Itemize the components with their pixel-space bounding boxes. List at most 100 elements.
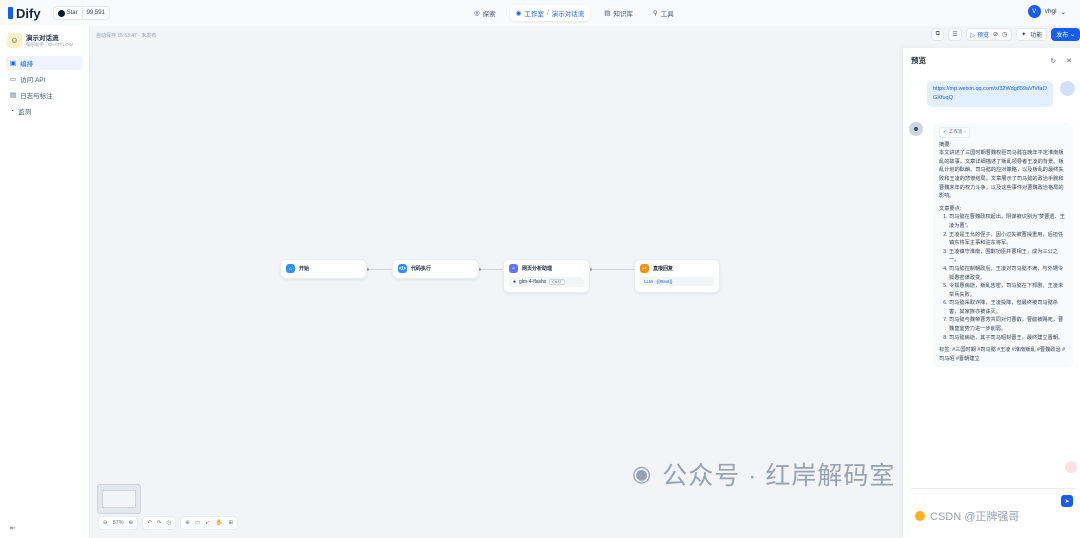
check-circle-icon: ✔: [943, 129, 947, 134]
wrench-icon: ⚲: [652, 10, 658, 17]
bottom-toolbar: ⊖ 87% ⊕ ↶ ↷ ◷ ⊕ ▭ ➹ ✋ ⊞: [98, 516, 239, 530]
chevron-down-icon: ⌄: [1060, 8, 1066, 16]
book-icon: ▤: [604, 10, 611, 17]
user-menu[interactable]: V vhgl ⌄: [1027, 5, 1066, 18]
pointer-icon[interactable]: ➹: [205, 520, 210, 526]
breadcrumb-separator: /: [546, 9, 549, 17]
main-nav: ◎ 探索 ◉ 工作室 / 演示对话流 ▤ 知识库 ⚲ 工具: [468, 5, 680, 21]
sidebar-item-label: 日志与标注: [20, 93, 53, 100]
node-code[interactable]: </> 代码执行: [392, 259, 479, 279]
features-label: 功能: [1030, 33, 1043, 39]
github-star-label: Star: [66, 10, 78, 16]
api-icon: ▭: [10, 76, 17, 83]
node-answer[interactable]: ↩ 直接回复 LLM · {{#text}}: [634, 259, 720, 293]
send-icon: ➤: [1064, 498, 1070, 505]
node-title: 网页分析助理: [522, 266, 553, 272]
watermark-text: 公众号 · 红岸解码室: [662, 462, 896, 490]
edge-llm-answer: [590, 269, 635, 270]
version-history-icon[interactable]: ◷: [166, 520, 171, 526]
nav-tools-label: 工具: [660, 11, 674, 18]
sidebar-item-label: 编排: [20, 61, 34, 68]
zoom-control: ⊖ 87% ⊕: [98, 516, 139, 530]
studio-icon: ◉: [515, 10, 522, 17]
model-selector[interactable]: ● glm-4-flashx CHAT: [509, 277, 584, 287]
sidebar-item-orchestrate[interactable]: ▣ 编排: [6, 56, 83, 70]
points-list: 司马懿在曹魏政权起出，阴谋被识别为“梦曹遗、王凌为曹”。 王凌是王允的侄子，因小…: [939, 213, 1067, 342]
external-link-icon: ⧉: [935, 31, 940, 37]
points-label: 文章要点:: [939, 205, 962, 212]
github-icon: [57, 9, 65, 17]
user-avatar: V: [1027, 5, 1041, 18]
nav-studio-label: 工作室: [524, 11, 544, 18]
add-node-icon[interactable]: ⊕: [185, 520, 190, 526]
publish-button[interactable]: 发布 ⌄: [1051, 28, 1080, 41]
workflow-process-tag[interactable]: ✔ 工作流 ›: [939, 127, 970, 138]
sidebar-item-label: 监测: [17, 109, 31, 116]
home-icon: ⌂: [286, 264, 295, 273]
github-star-button[interactable]: Star 99,591: [52, 6, 110, 20]
edge-code-llm: [479, 269, 504, 270]
model-name: glm-4-flashx: [519, 279, 547, 285]
redo-icon[interactable]: ↷: [157, 520, 162, 526]
preview-title: 预览: [911, 56, 926, 65]
close-icon[interactable]: ✕: [1066, 57, 1072, 65]
preview-button[interactable]: ▷ 预览: [971, 30, 989, 39]
assistant-float-avatar[interactable]: [1065, 461, 1077, 473]
app-name: 演示对话流: [26, 35, 59, 42]
edge-start-code: [367, 269, 394, 270]
list-item: 司马懿在曹魏政权起出，阴谋被识别为“梦曹遗、王凌为曹”。: [949, 213, 1067, 230]
collapse-sidebar-icon[interactable]: ⇤: [10, 524, 16, 532]
organize-icon[interactable]: ⊞: [229, 520, 234, 526]
nav-explore-label: 探索: [482, 11, 496, 18]
nav-explore[interactable]: ◎ 探索: [468, 5, 502, 21]
zoom-out-icon[interactable]: ⊖: [103, 520, 108, 526]
share-button[interactable]: ⧉: [931, 28, 945, 41]
minimap[interactable]: [97, 484, 141, 514]
preview-label: 预览: [976, 33, 989, 39]
sidebar: ☺ 演示对话流 偏乐助手 · CHATFLOW ▣ 编排 ▭ 访问 API ▤ …: [0, 26, 90, 538]
refresh-icon[interactable]: ↻: [1050, 57, 1056, 65]
user-message: https://mp.weixin.qq.com/s/32Wdg859aVfVf…: [927, 81, 1053, 107]
nav-app-crumb[interactable]: 演示对话流: [552, 8, 585, 18]
list-item: 王凌镇守淮南，围剿功臣并曹相王，成为三公之一。: [949, 248, 1067, 265]
csdn-watermark: CSDN @正牌强哥: [915, 508, 1019, 524]
note-icon[interactable]: ▭: [195, 520, 200, 526]
csdn-text: CSDN @正牌强哥: [930, 511, 1020, 523]
undo-icon[interactable]: ↶: [147, 520, 152, 526]
model-icon: ●: [513, 279, 517, 285]
nav-studio[interactable]: ◉ 工作室 / 演示对话流: [509, 5, 591, 21]
edit-tools: ⊕ ▭ ➹ ✋ ⊞: [180, 516, 239, 530]
zoom-in-icon[interactable]: ⊕: [129, 520, 134, 526]
chevron-down-icon: ⌄: [1068, 32, 1075, 38]
autosave-status: 自动保存 15:53:47 · 未发布: [96, 33, 157, 39]
sidebar-item-monitor[interactable]: ◔ 监测: [6, 104, 83, 118]
app-avatar-icon: ☺: [7, 32, 22, 48]
app-desc: 偏乐助手 · CHATFLOW: [26, 42, 73, 47]
checklist-icon[interactable]: ⊘: [993, 31, 998, 38]
minimap-viewport[interactable]: [102, 490, 136, 508]
dify-logo[interactable]: Dify: [8, 6, 41, 21]
monitor-icon: ◔: [10, 107, 14, 115]
node-title: 代码执行: [411, 266, 432, 272]
send-button[interactable]: ➤: [1061, 495, 1073, 507]
sidebar-item-api[interactable]: ▭ 访问 API: [6, 72, 83, 86]
publish-label: 发布: [1056, 33, 1069, 39]
hand-icon[interactable]: ✋: [214, 520, 224, 526]
node-start[interactable]: ⌂ 开始: [280, 259, 367, 279]
sidebar-item-logs[interactable]: ▤ 日志与标注: [6, 88, 83, 102]
history-icon[interactable]: ◷: [1002, 31, 1007, 38]
node-llm[interactable]: ✧ 网页分析助理 ● glm-4-flashx CHAT: [503, 259, 590, 293]
run-group: ▷ 预览 ⊘ ◷: [965, 28, 1013, 41]
zoom-level[interactable]: 87%: [113, 520, 124, 526]
env-button[interactable]: ☰: [948, 28, 962, 41]
list-item: 司马懿与魏帝曹芳共同对付曹叡，曹叡被赐死，曹魏皇室势力进一步削弱。: [949, 316, 1067, 333]
list-item: 司马懿采取诈降，王凌投降，但最终被司马懿杀害，其家族亦被诛灭。: [949, 299, 1067, 316]
answer-variable-label: LLM · {{#text}}: [644, 279, 673, 284]
nav-tools[interactable]: ⚲ 工具: [647, 5, 680, 21]
user-name: vhgl: [1044, 8, 1057, 15]
features-button[interactable]: ✦ 功能: [1016, 28, 1048, 41]
preview-panel: 预览 ↻ ✕ https://mp.weixin.qq.com/s/32Wdg8…: [902, 48, 1080, 538]
bot-message: ✔ 工作流 › 摘要: 本文讲述了三国时期曹魏权臣司马懿在晚年平定淮南叛乱的故事…: [933, 123, 1073, 368]
nav-knowledge[interactable]: ▤ 知识库: [598, 5, 639, 21]
app-header[interactable]: ☺ 演示对话流 偏乐助手 · CHATFLOW: [0, 26, 89, 54]
